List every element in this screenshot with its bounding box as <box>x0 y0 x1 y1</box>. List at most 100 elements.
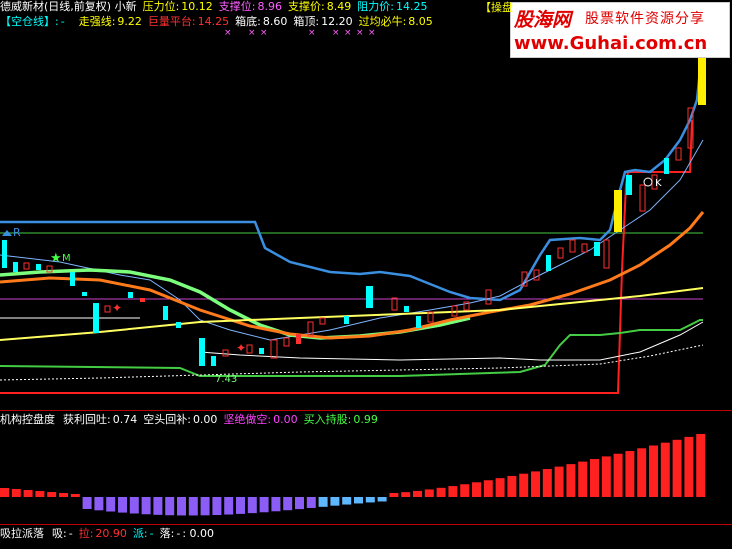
indicator-bar <box>306 497 316 508</box>
candle <box>569 239 576 253</box>
indicator-bar <box>365 497 375 503</box>
candles <box>2 55 706 366</box>
indicator-bar <box>70 494 80 497</box>
candle <box>581 243 588 253</box>
bull-value: 8.05 <box>408 15 433 28</box>
stock-title: 德威新材(日线,前复权) 小新 <box>0 0 137 13</box>
candle <box>128 292 133 298</box>
candle <box>199 338 205 366</box>
candle <box>2 240 7 268</box>
indicator-bar <box>342 497 352 505</box>
indicator-bar <box>625 451 635 497</box>
candle <box>533 269 540 281</box>
low-price-label: 7.43 <box>215 374 237 385</box>
svg-text:M: M <box>62 253 71 264</box>
box-bottom-value: 8.60 <box>262 15 288 28</box>
indicator-bar <box>153 497 163 515</box>
indicator-bar <box>531 471 540 497</box>
indicator-bar <box>436 487 446 497</box>
price-chart[interactable]: R ★ M K ✦ ✦ 7.43 <box>0 0 732 405</box>
candle <box>23 262 30 270</box>
candle <box>416 316 421 328</box>
candle <box>404 306 409 312</box>
indicator-bar <box>578 461 588 497</box>
candle <box>93 303 99 333</box>
candle <box>319 317 326 325</box>
indicator-bar <box>601 456 611 497</box>
indicator-bar <box>35 491 45 497</box>
ma-line-dotted <box>0 344 704 381</box>
pressure-value: 10.12 <box>181 0 213 13</box>
indicator-bar <box>660 442 670 497</box>
indicator-bar <box>637 448 647 497</box>
candle <box>557 247 564 259</box>
candle <box>82 292 87 296</box>
candle <box>664 158 669 174</box>
indicator-bar <box>82 497 92 509</box>
ma-line-blue <box>0 39 705 302</box>
red-star-icon-2: ✦ <box>236 341 246 355</box>
indicator-bar <box>271 497 281 512</box>
candle <box>36 264 41 270</box>
candle <box>246 344 253 354</box>
indicator-bar <box>389 493 399 497</box>
candle <box>296 334 301 344</box>
indicator-bar <box>23 490 33 497</box>
candle <box>344 316 349 324</box>
indicator-bar <box>672 439 682 497</box>
indicator-bar <box>283 497 293 511</box>
indicator-bar <box>318 497 328 507</box>
indicator-bar <box>566 464 576 497</box>
star-icon: ★ <box>50 251 62 266</box>
candle <box>176 322 181 328</box>
svg-text:K: K <box>655 178 662 189</box>
m-marker: ★ M <box>50 251 71 266</box>
watermark-box: 股海网 股票软件资源分享 www.Guhai.com.cn <box>510 2 730 58</box>
indicator-bar <box>413 490 422 497</box>
indicator-bar <box>696 433 706 497</box>
indicator-bar <box>200 497 210 516</box>
header-row-lines: 【空仓线】: - 走强线: 9.22 巨量平台: 14.25 箱底: 8.60 箱顶: 12.20… <box>0 15 433 28</box>
candle <box>485 289 492 305</box>
bottom-indicator-header: 吸拉派落 吸: - 拉: 20.90 派: - 落: -: 0.00 <box>0 527 215 540</box>
indicator-bar <box>424 489 434 497</box>
watermark-url: www.Guhai.com.cn <box>514 33 708 54</box>
indicator-bar <box>59 493 68 497</box>
indicator-bar <box>247 497 257 514</box>
ma-line-white <box>199 321 704 361</box>
support-price-value: 8.49 <box>326 0 352 13</box>
indicator-bar <box>354 497 363 504</box>
bottom-title: 吸拉派落 <box>0 527 44 540</box>
candle-highlight <box>614 190 622 232</box>
indicator-bar <box>448 486 458 497</box>
indicator-bar <box>224 497 234 515</box>
indicator-bar <box>188 497 198 516</box>
red-star-icon: ✦ <box>112 301 122 315</box>
indicator-chart[interactable] <box>0 410 732 525</box>
indicator-bar <box>590 459 599 497</box>
candle <box>70 272 75 286</box>
candle-highlight <box>698 55 706 105</box>
candle <box>259 348 264 354</box>
candle <box>211 356 216 366</box>
candle <box>140 298 145 302</box>
indicator-bar <box>519 473 529 497</box>
candle <box>626 175 632 195</box>
indicator-bar <box>236 497 245 514</box>
indicator-bar <box>0 488 9 497</box>
indicator-bar <box>401 492 411 497</box>
candle <box>270 339 278 359</box>
candle <box>391 297 398 311</box>
support-value: 8.96 <box>257 0 283 13</box>
candle <box>603 239 610 269</box>
indicator-bar <box>47 492 57 497</box>
ma-line-yellow <box>0 287 704 341</box>
indicator-bar <box>118 497 127 513</box>
panel-separator-2 <box>0 524 732 525</box>
candle <box>104 305 111 313</box>
indicator-bar <box>649 445 658 497</box>
volume-platform-value: 14.25 <box>197 15 230 28</box>
indicator-bar <box>507 475 517 497</box>
indicator-bar <box>11 489 21 497</box>
indicator-bar <box>483 480 493 497</box>
